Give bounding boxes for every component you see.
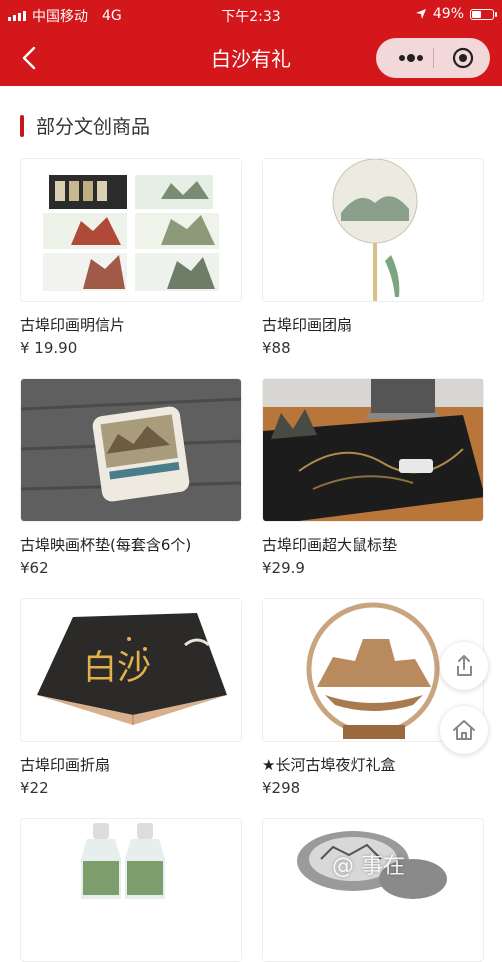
product-image-water-bottles[interactable] (20, 818, 242, 962)
product-card[interactable]: 白沙 古埠印画折扇 ¥22 (20, 598, 242, 797)
product-card[interactable] (20, 818, 242, 962)
product-price: ¥298 (262, 779, 301, 797)
product-name[interactable]: 古埠印画明信片 (20, 314, 242, 335)
product-name[interactable]: 古埠映画杯垫(每套含6个) (20, 534, 242, 555)
section-header: 部分文创商品 (20, 112, 150, 139)
product-image-gift-tin[interactable] (262, 818, 484, 962)
mini-program-capsule (376, 38, 490, 78)
product-price: ¥29.9 (262, 559, 305, 577)
product-card[interactable]: 古埠印画超大鼠标垫 ¥29.9 (262, 378, 484, 577)
location-arrow-icon (415, 9, 426, 19)
product-card[interactable]: ★长河古埠夜灯礼盒 ¥298 (262, 598, 484, 797)
product-card[interactable]: 古埠印画明信片 ¥ 19.90 (20, 158, 242, 357)
product-price: ¥88 (262, 339, 291, 357)
nav-bar: 白沙有礼 (0, 30, 502, 86)
product-price: ¥62 (20, 559, 49, 577)
status-time: 下午2:33 (221, 9, 281, 25)
battery-percent: 49% (432, 6, 464, 22)
capsule-divider (433, 48, 434, 68)
product-name[interactable]: 古埠印画超大鼠标垫 (262, 534, 484, 555)
watermark: @ 事在 (332, 854, 405, 879)
product-card[interactable]: 古埠印画团扇 ¥88 (262, 158, 484, 357)
product-image-round-fan[interactable] (262, 158, 484, 302)
product-image-mouse-pad[interactable] (262, 378, 484, 522)
home-icon (453, 720, 475, 740)
status-bar: 中国移动 4G 下午2:33 49% (0, 0, 502, 30)
product-price: ¥ 19.90 (20, 339, 78, 357)
product-image-coasters[interactable] (20, 378, 242, 522)
section-accent-bar (20, 114, 24, 137)
product-name[interactable]: 古埠印画折扇 (20, 754, 242, 775)
home-button[interactable] (440, 706, 488, 754)
product-name[interactable]: 古埠印画团扇 (262, 314, 484, 335)
more-dots-icon[interactable] (396, 49, 426, 67)
battery-level (472, 10, 482, 18)
product-name[interactable]: ★长河古埠夜灯礼盒 (262, 754, 484, 775)
share-icon (457, 655, 472, 676)
product-image-postcards[interactable] (20, 158, 242, 302)
share-button[interactable] (440, 642, 488, 690)
fan-calligraphy: 白沙 (83, 648, 151, 688)
product-card[interactable] (262, 818, 484, 962)
battery-icon (470, 8, 497, 20)
product-card[interactable]: 古埠映画杯垫(每套含6个) ¥62 (20, 378, 242, 577)
product-price: ¥22 (20, 779, 49, 797)
capsule-close-icon[interactable] (452, 47, 474, 69)
section-title: 部分文创商品 (36, 116, 151, 138)
product-image-folding-fan[interactable]: 白沙 (20, 598, 242, 742)
